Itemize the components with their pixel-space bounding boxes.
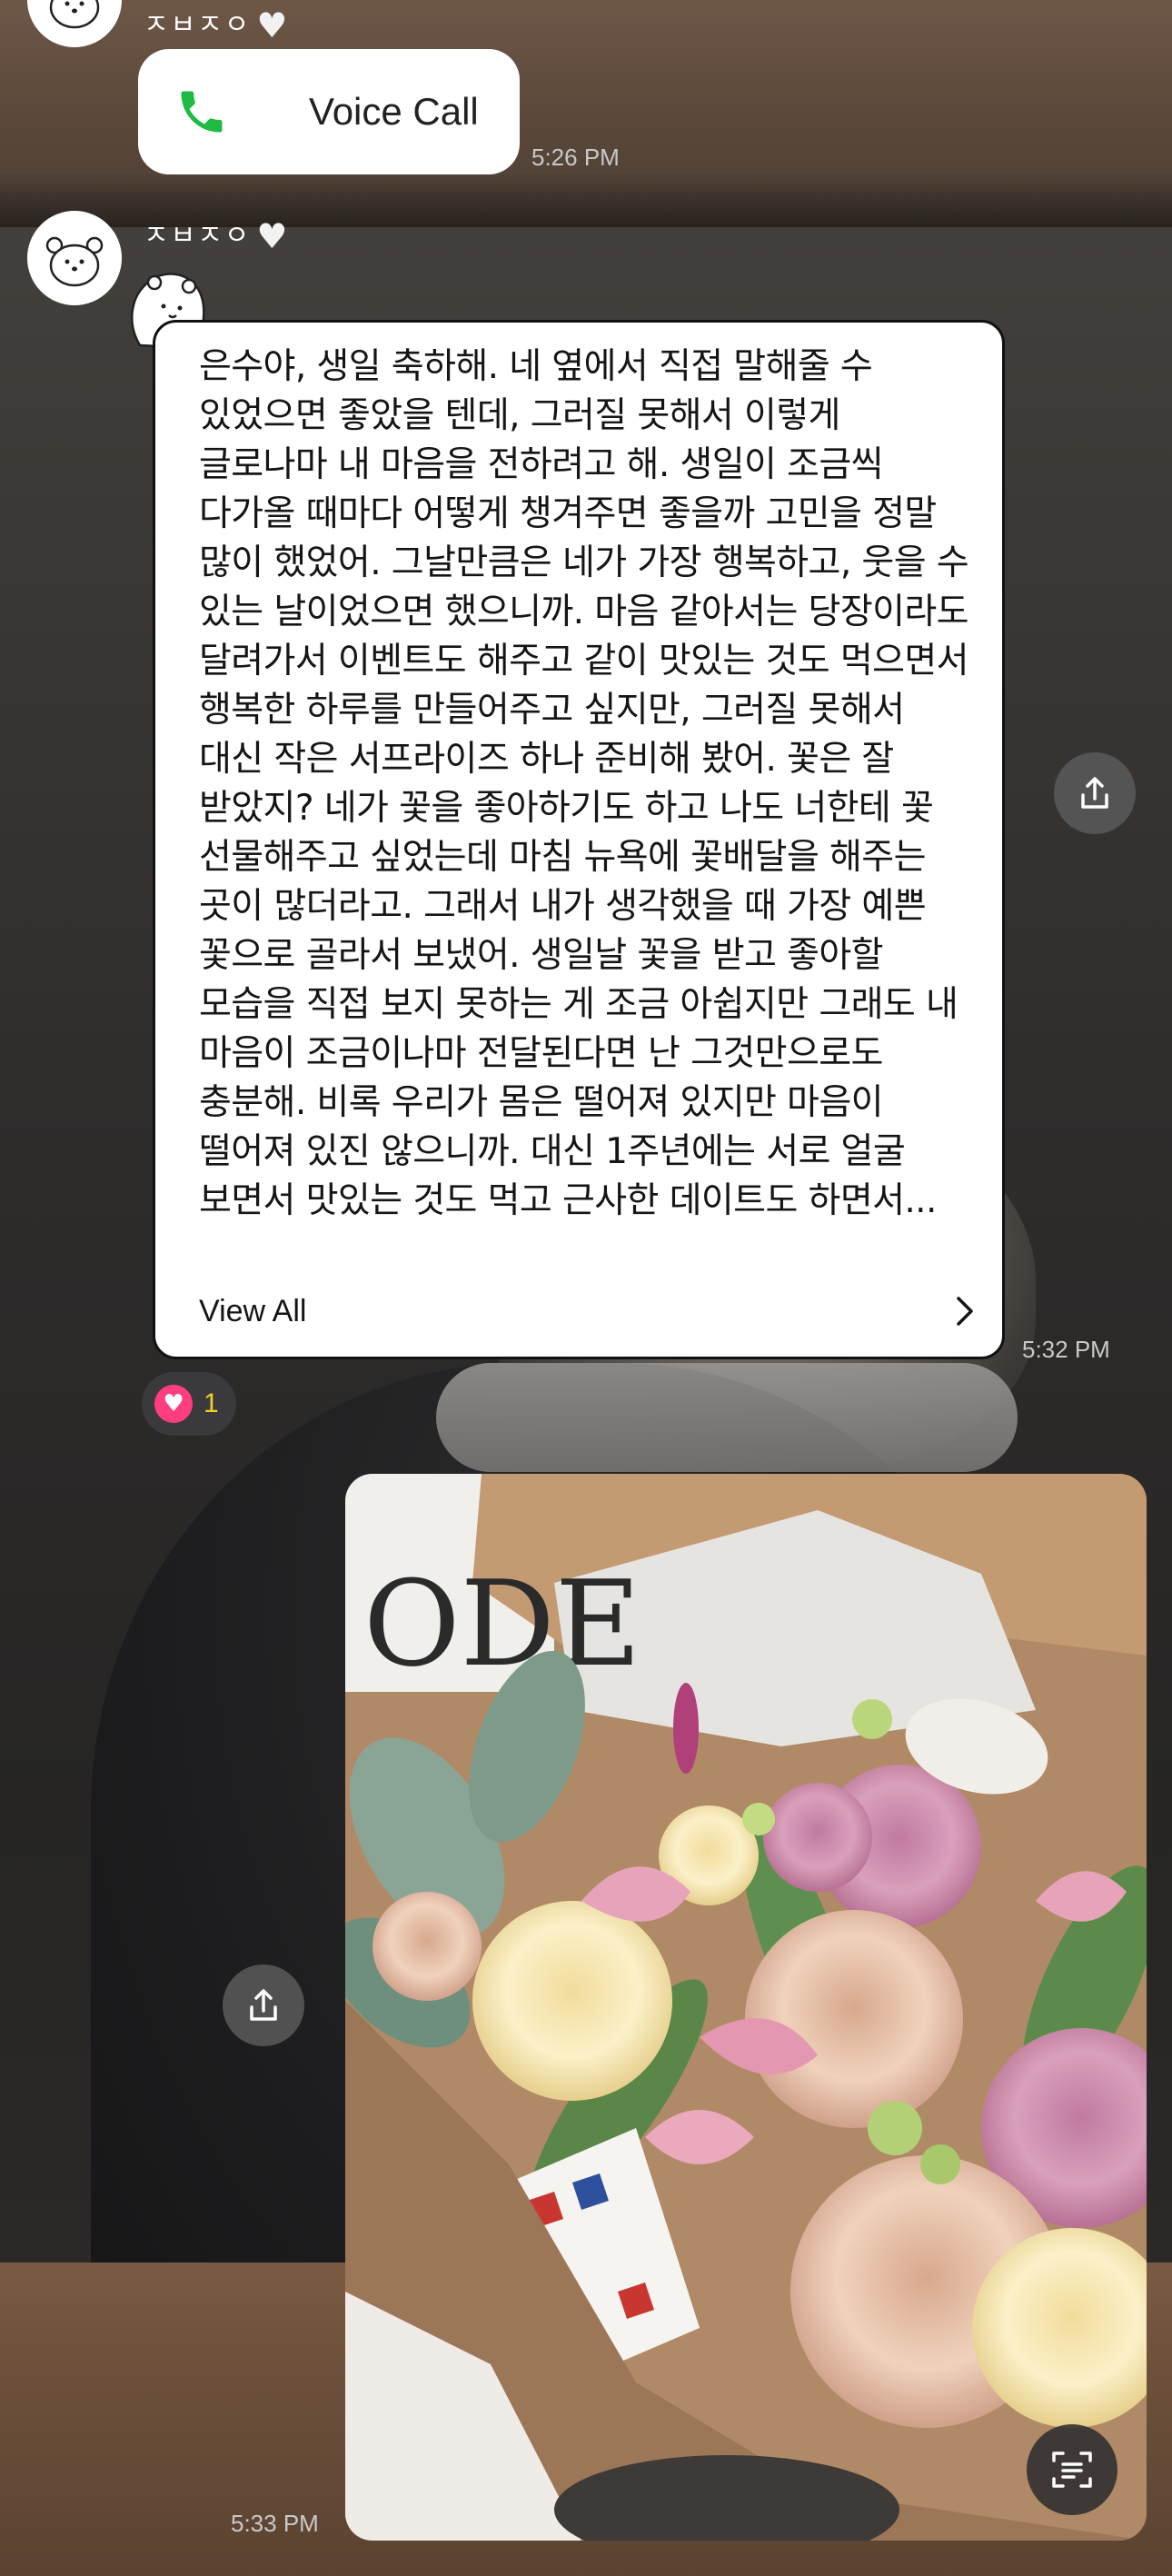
message-time: 5:32 PM bbox=[1022, 1336, 1110, 1363]
heart-icon: ♥ bbox=[256, 5, 290, 45]
scan-text-button[interactable] bbox=[1027, 2424, 1117, 2515]
message-time: 5:33 PM bbox=[231, 2510, 319, 2537]
share-button[interactable] bbox=[1054, 752, 1136, 834]
sender-name-text: ㅈㅂㅈㅇ bbox=[144, 9, 252, 41]
view-all-button[interactable]: View All bbox=[199, 1294, 306, 1329]
flower-bouquet-image: ODE bbox=[345, 1474, 1147, 2541]
share-icon bbox=[1081, 777, 1108, 809]
photo-box-text: ODE bbox=[363, 1555, 641, 1693]
message-time: 5:26 PM bbox=[531, 144, 620, 171]
bear-avatar-icon bbox=[27, 211, 122, 305]
scan-text-icon bbox=[1052, 2452, 1092, 2488]
share-icon bbox=[250, 1989, 277, 2021]
voice-call-label: Voice Call bbox=[309, 90, 479, 133]
sender-name-text: ㅈㅂㅈㅇ bbox=[144, 220, 252, 252]
flower-bouquet-photo[interactable]: ODE bbox=[345, 1474, 1147, 2541]
chevron-right-icon[interactable] bbox=[951, 1293, 978, 1329]
letter-message-bubble[interactable]: 은수야, 생일 축하해. 네 옆에서 직접 말해줄 수 있었으면 좋았을 텐데,… bbox=[153, 320, 1005, 1359]
letter-message-text: 은수야, 생일 축하해. 네 옆에서 직접 말해줄 수 있었으면 좋았을 텐데,… bbox=[199, 346, 969, 1221]
phone-icon bbox=[181, 91, 223, 133]
reaction-badge[interactable]: ♥ 1 bbox=[142, 1372, 236, 1436]
heart-icon: ♥ bbox=[154, 1385, 193, 1423]
share-button[interactable] bbox=[223, 1964, 304, 2046]
sender-name: ㅈㅂㅈㅇ ♥ bbox=[144, 2, 289, 45]
sender-name: ㅈㅂㅈㅇ ♥ bbox=[144, 213, 289, 256]
heart-icon: ♥ bbox=[256, 216, 290, 256]
sender-avatar[interactable] bbox=[27, 211, 122, 305]
reaction-count: 1 bbox=[204, 1388, 219, 1418]
voice-call-bubble[interactable]: Voice Call bbox=[138, 49, 520, 174]
